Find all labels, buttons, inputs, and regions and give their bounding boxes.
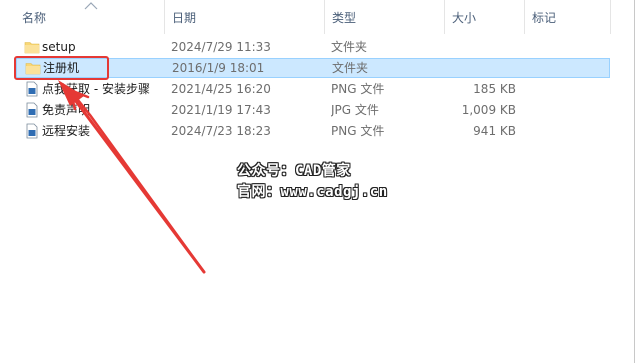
file-type: PNG 文件 <box>331 124 385 138</box>
image-file-icon <box>26 102 38 118</box>
column-header-size[interactable]: 大小 <box>448 0 524 34</box>
file-size: 1,009 KB <box>461 103 516 117</box>
column-divider[interactable] <box>164 0 165 34</box>
file-name: setup <box>42 40 76 54</box>
annotation-highlight-box <box>14 56 109 80</box>
file-name: 免责声明 <box>42 103 91 117</box>
watermark-website: 官网：www.cadgj.cn <box>237 184 388 200</box>
file-date: 2021/1/19 17:43 <box>171 103 271 117</box>
column-header-name[interactable]: 名称 <box>18 0 164 34</box>
file-explorer-window: 名称 日期 类型 大小 标记 setup 2024/7/29 11:33 文件夹… <box>0 0 635 363</box>
file-date: 2024/7/29 11:33 <box>171 40 271 54</box>
file-date: 2016/1/9 18:01 <box>172 61 265 75</box>
column-divider[interactable] <box>610 0 611 34</box>
file-row-disclaimer[interactable]: 免责声明 2021/1/19 17:43 JPG 文件 1,009 KB <box>16 100 610 120</box>
column-header-tags[interactable]: 标记 <box>528 0 610 34</box>
watermark-wechat: 公众号：CAD管家 <box>237 163 351 179</box>
file-type: JPG 文件 <box>331 103 379 117</box>
column-divider[interactable] <box>524 0 525 34</box>
column-header-bar: 名称 日期 类型 大小 标记 <box>0 0 635 34</box>
column-header-date[interactable]: 日期 <box>168 0 324 34</box>
file-size: 185 KB <box>473 82 516 96</box>
file-row-install-steps[interactable]: 点我获取 - 安装步骤 2021/4/25 16:20 PNG 文件 185 K… <box>16 79 610 99</box>
file-size <box>446 37 516 57</box>
folder-icon <box>24 42 40 54</box>
file-size: 941 KB <box>473 124 516 138</box>
file-type: PNG 文件 <box>331 82 385 96</box>
image-file-icon <box>26 123 38 139</box>
file-date: 2021/4/25 16:20 <box>171 82 271 96</box>
column-divider[interactable] <box>324 0 325 34</box>
file-name: 点我获取 - 安装步骤 <box>42 82 150 96</box>
file-size <box>447 58 517 78</box>
file-name: 远程安装 <box>42 124 91 138</box>
file-type: 文件夹 <box>332 61 369 75</box>
file-row-remote-install[interactable]: 远程安装 2024/7/23 18:23 PNG 文件 941 KB <box>16 121 610 141</box>
file-row-setup[interactable]: setup 2024/7/29 11:33 文件夹 <box>16 37 610 57</box>
image-file-icon <box>26 81 38 97</box>
file-date: 2024/7/23 18:23 <box>171 124 271 138</box>
column-divider[interactable] <box>444 0 445 34</box>
file-type: 文件夹 <box>331 40 368 54</box>
column-header-type[interactable]: 类型 <box>328 0 444 34</box>
